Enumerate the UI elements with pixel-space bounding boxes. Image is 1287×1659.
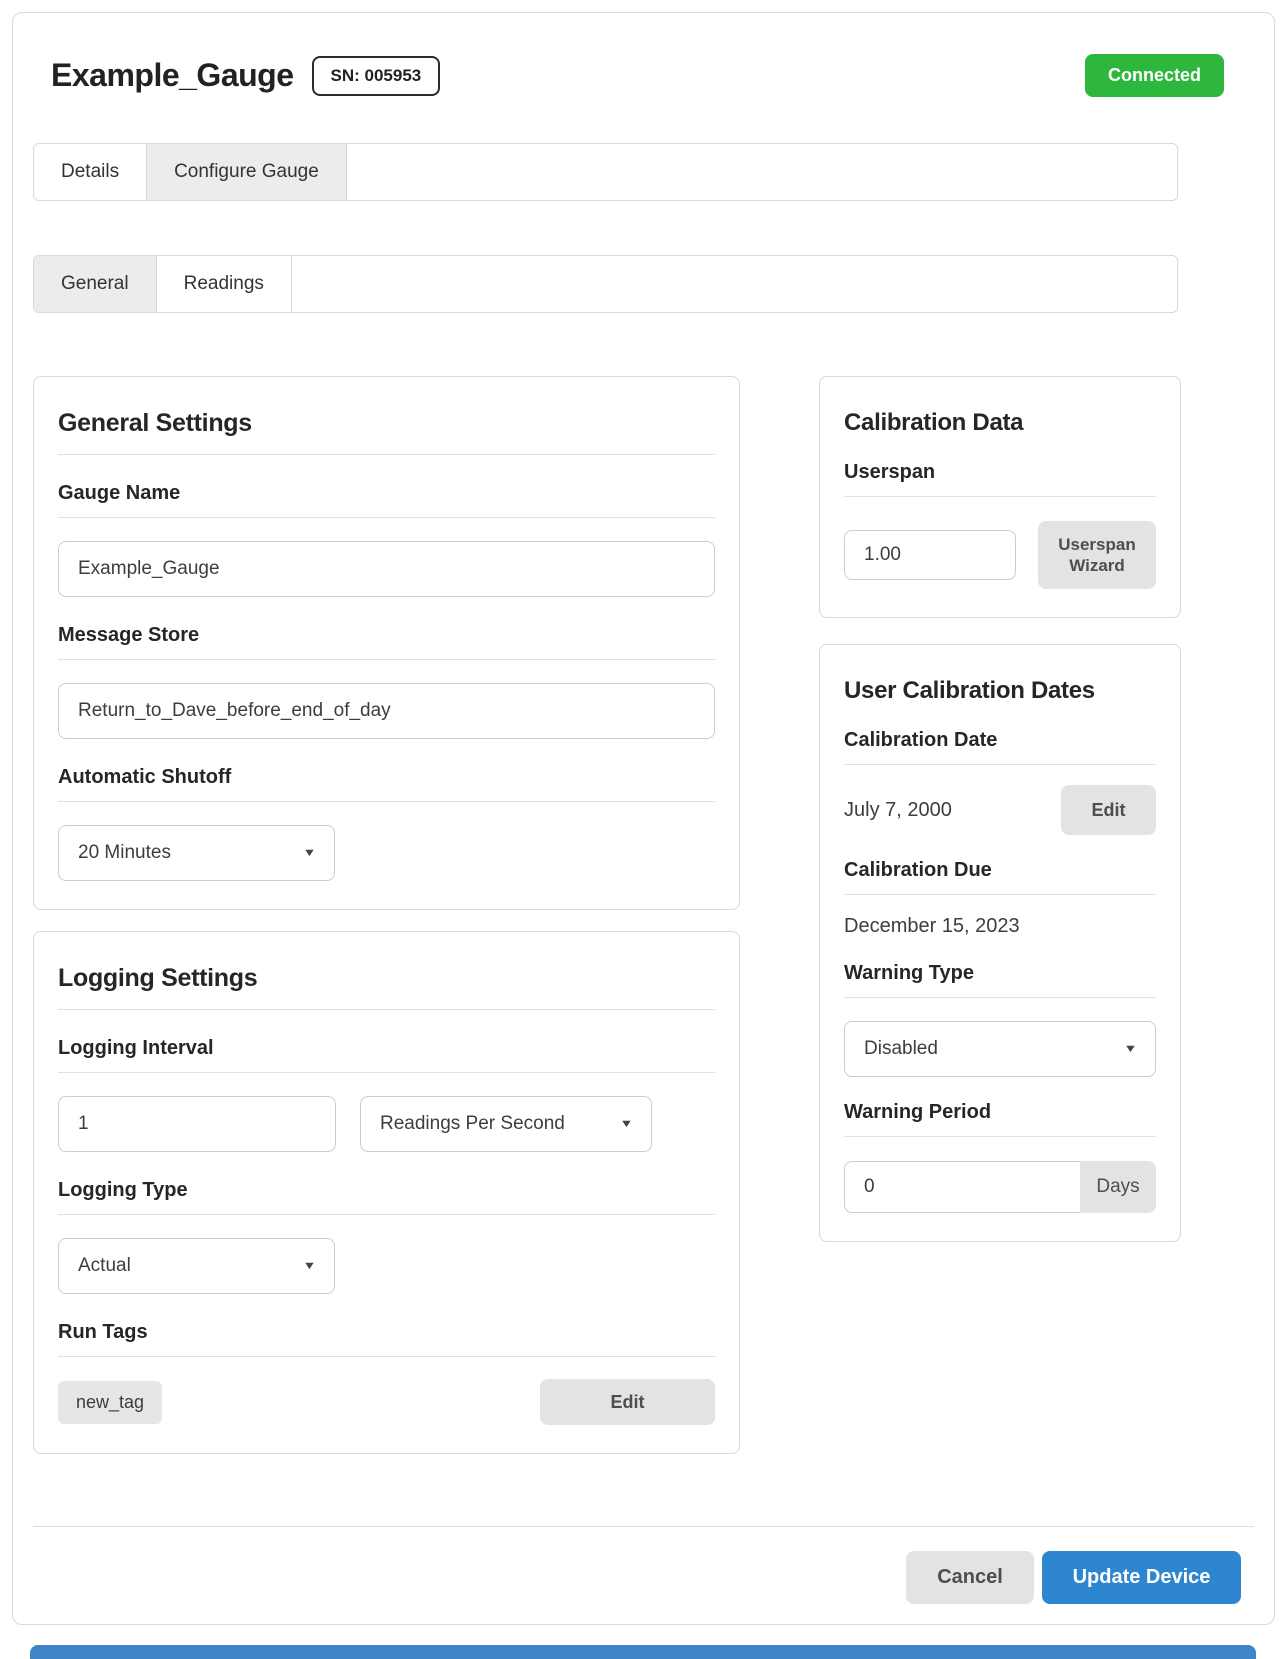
user-calibration-dates-title: User Calibration Dates bbox=[844, 677, 1095, 704]
bottom-panel-edge bbox=[30, 1645, 1256, 1659]
userspan-input[interactable] bbox=[844, 530, 1016, 580]
page-title: Example_Gauge bbox=[51, 57, 294, 93]
main-tabbar: Details Configure Gauge bbox=[33, 143, 1178, 201]
warning-period-input[interactable] bbox=[844, 1161, 1080, 1213]
calibration-date-value: July 7, 2000 bbox=[844, 798, 952, 821]
automatic-shutoff-label: Automatic Shutoff bbox=[58, 766, 715, 802]
divider bbox=[58, 454, 715, 455]
tab-readings[interactable]: Readings bbox=[156, 256, 292, 312]
chevron-down-icon: ▼ bbox=[302, 1260, 317, 1272]
divider bbox=[58, 1009, 715, 1010]
message-store-label: Message Store bbox=[58, 624, 715, 660]
calibration-due-label: Calibration Due bbox=[844, 859, 1156, 895]
calibration-date-edit-button[interactable]: Edit bbox=[1061, 785, 1156, 835]
footer-divider bbox=[33, 1526, 1254, 1527]
warning-period-unit-addon: Days bbox=[1080, 1161, 1156, 1213]
logging-settings-panel: Logging Settings Logging Interval Readin… bbox=[33, 931, 740, 1454]
automatic-shutoff-select[interactable]: 20 Minutes ▼ bbox=[58, 825, 335, 881]
serial-number-badge: SN: 005953 bbox=[311, 55, 441, 96]
gauge-name-label: Gauge Name bbox=[58, 482, 715, 518]
header: Example_Gauge SN: 005953 Connected bbox=[33, 54, 1254, 97]
logging-type-value: Actual bbox=[78, 1255, 131, 1276]
logging-interval-input[interactable] bbox=[58, 1096, 336, 1152]
logging-interval-unit-value: Readings Per Second bbox=[380, 1113, 565, 1134]
footer-actions: Cancel Update Device bbox=[33, 1551, 1254, 1604]
userspan-label: Userspan bbox=[844, 461, 1156, 497]
logging-settings-title: Logging Settings bbox=[58, 964, 258, 992]
chevron-down-icon: ▼ bbox=[1123, 1043, 1138, 1055]
tab-configure-gauge[interactable]: Configure Gauge bbox=[147, 144, 347, 200]
automatic-shutoff-value: 20 Minutes bbox=[78, 842, 171, 863]
connected-status-badge: Connected bbox=[1084, 54, 1224, 97]
tab-general[interactable]: General bbox=[34, 256, 157, 312]
content-columns: General Settings Gauge Name Message Stor… bbox=[33, 376, 1254, 1454]
user-calibration-dates-panel: User Calibration Dates Calibration Date … bbox=[819, 644, 1181, 1242]
device-card: Example_Gauge SN: 005953 Connected Detai… bbox=[12, 12, 1275, 1625]
run-tag-chip: new_tag bbox=[58, 1380, 163, 1424]
run-tags-edit-button[interactable]: Edit bbox=[540, 1379, 715, 1425]
calibration-data-panel: Calibration Data Userspan Userspan Wizar… bbox=[819, 376, 1181, 618]
warning-type-select[interactable]: Disabled ▼ bbox=[844, 1021, 1156, 1077]
calibration-date-label: Calibration Date bbox=[844, 729, 1156, 765]
tab-details[interactable]: Details bbox=[34, 144, 148, 200]
general-settings-title: General Settings bbox=[58, 409, 252, 437]
general-settings-panel: General Settings Gauge Name Message Stor… bbox=[33, 376, 740, 910]
run-tags-label: Run Tags bbox=[58, 1321, 715, 1357]
update-device-button[interactable]: Update Device bbox=[1042, 1551, 1241, 1604]
logging-type-label: Logging Type bbox=[58, 1179, 715, 1215]
logging-interval-unit-select[interactable]: Readings Per Second ▼ bbox=[360, 1096, 652, 1152]
chevron-down-icon: ▼ bbox=[302, 847, 317, 859]
userspan-wizard-button[interactable]: Userspan Wizard bbox=[1038, 521, 1156, 589]
warning-type-label: Warning Type bbox=[844, 962, 1156, 998]
warning-period-label: Warning Period bbox=[844, 1101, 1156, 1137]
calibration-due-value: December 15, 2023 bbox=[844, 915, 1020, 937]
cancel-button[interactable]: Cancel bbox=[906, 1551, 1034, 1604]
warning-type-value: Disabled bbox=[864, 1038, 938, 1059]
logging-type-select[interactable]: Actual ▼ bbox=[58, 1238, 335, 1294]
calibration-data-title: Calibration Data bbox=[844, 409, 1024, 436]
gauge-name-input[interactable] bbox=[58, 541, 715, 597]
logging-interval-label: Logging Interval bbox=[58, 1037, 715, 1073]
message-store-input[interactable] bbox=[58, 683, 715, 739]
sub-tabbar: General Readings bbox=[33, 255, 1178, 313]
chevron-down-icon: ▼ bbox=[619, 1118, 634, 1130]
